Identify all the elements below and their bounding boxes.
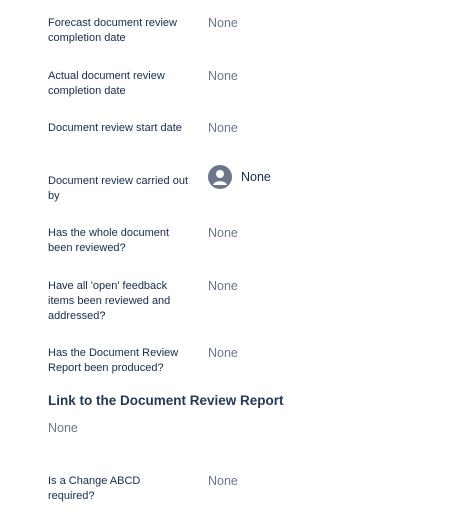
field-value[interactable]: None — [208, 474, 238, 489]
field-value[interactable]: None — [208, 279, 238, 294]
field-label: Has the whole document been reviewed? — [48, 227, 170, 254]
field-value[interactable]: None — [208, 16, 238, 31]
field-label: Actual document review completion date — [48, 70, 165, 97]
field-label: Has the Document Review Report been prod… — [48, 347, 179, 374]
field-value[interactable]: None — [208, 121, 238, 136]
user-avatar-icon — [208, 165, 232, 189]
user-picker[interactable]: None — [208, 165, 271, 189]
user-name: None — [241, 170, 271, 184]
field-value[interactable]: None — [208, 226, 238, 241]
field-value[interactable]: None — [208, 69, 238, 84]
field-value[interactable]: None — [208, 346, 238, 361]
field-label: Is a Change ABCD required? — [48, 475, 141, 502]
field-label: Document review carried out by — [48, 175, 189, 202]
field-label: Document review start date — [48, 122, 182, 134]
link-section-heading: Link to the Document Review Report — [48, 393, 284, 408]
field-label: Have all 'open' feedback items been revi… — [48, 280, 171, 322]
link-section-value[interactable]: None — [48, 421, 78, 435]
field-label: Forecast document review completion date — [48, 17, 177, 44]
